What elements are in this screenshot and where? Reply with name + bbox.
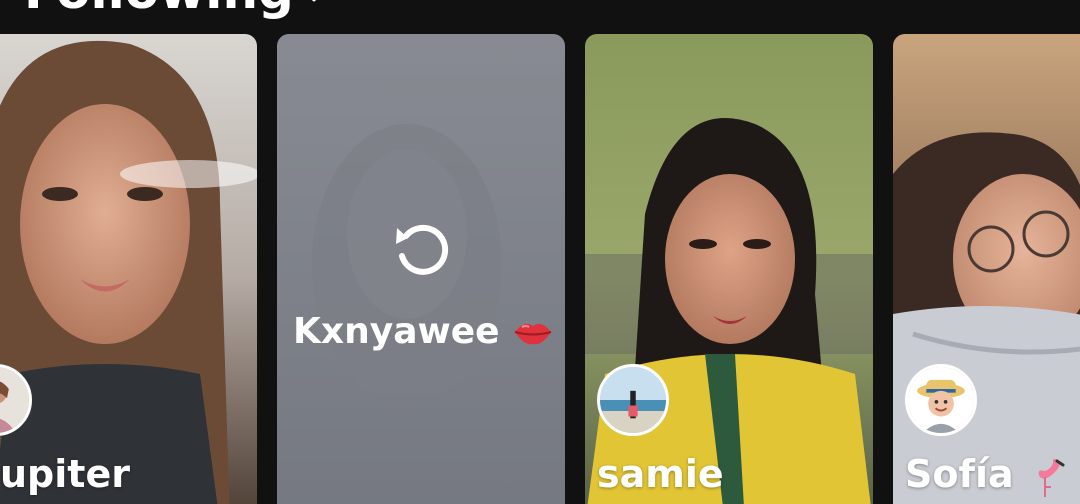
- story-card-samie[interactable]: samie: [585, 34, 873, 504]
- page-title[interactable]: Following: [24, 0, 294, 16]
- story-username: upiter: [0, 452, 130, 496]
- story-thumbnail: [0, 34, 257, 504]
- story-username: samie: [597, 452, 724, 496]
- avatar[interactable]: [597, 364, 669, 436]
- following-stories-screen: Following: [0, 0, 1080, 504]
- avatar-bitmoji[interactable]: [905, 364, 977, 436]
- lips-kiss-icon: [514, 324, 552, 345]
- flamingo-icon: [1038, 458, 1065, 497]
- story-thumbnail: [893, 34, 1080, 504]
- story-card-upiter[interactable]: upiter: [0, 34, 257, 504]
- replay-icon[interactable]: [388, 216, 454, 282]
- story-username: Kxnyawee: [293, 312, 554, 352]
- story-card-sofia[interactable]: Sofía: [893, 34, 1080, 504]
- story-username: Sofía: [905, 454, 1080, 499]
- story-card-kxnyawee[interactable]: Kxnyawee: [277, 34, 565, 504]
- chevron-down-icon[interactable]: [306, 0, 322, 6]
